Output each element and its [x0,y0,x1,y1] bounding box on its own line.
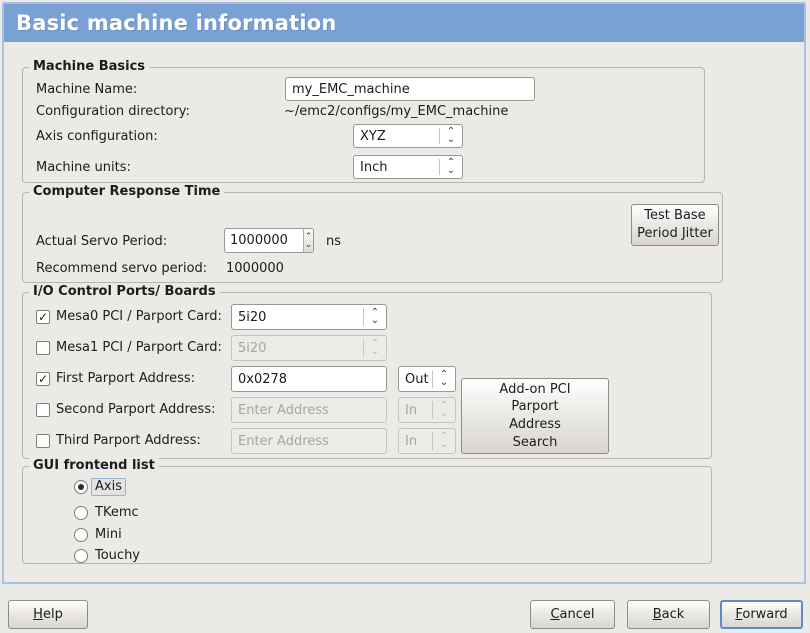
servo-period-unit: ns [326,234,341,249]
response-time-section: Computer Response Time Actual Servo Peri… [22,192,723,283]
io-ports-section: I/O Control Ports/ Boards ✓ Mesa0 PCI / … [22,292,712,459]
radio-axis-label[interactable]: Axis [91,478,126,496]
second-parport-direction-value: In [399,398,432,422]
mesa1-card-combo: 5i20 ⌃⌄ [231,335,387,361]
config-dir-value: ~/emc2/configs/my_EMC_machine [284,104,508,119]
servo-period-input[interactable] [225,229,303,252]
gui-frontend-section: GUI frontend list Axis TKemc Mini Touchy [22,466,712,564]
mesa0-card-value: 5i20 [232,305,363,329]
machine-units-value: Inch [354,156,439,178]
combo-arrows-icon: ⌃⌄ [433,429,455,453]
radio-dot-icon [78,484,84,490]
forward-button[interactable]: Forward [720,600,803,629]
second-parport-checkbox[interactable] [36,403,50,417]
mesa0-checkbox[interactable]: ✓ [36,310,50,324]
combo-arrows-icon: ⌃⌄ [364,336,386,360]
first-parport-checkbox[interactable]: ✓ [36,372,50,386]
io-ports-legend: I/O Control Ports/ Boards [29,284,220,299]
radio-axis[interactable] [74,480,88,494]
radio-touchy-label[interactable]: Touchy [91,547,144,565]
combo-arrows-icon: ⌃⌄ [433,398,455,422]
third-parport-checkbox[interactable] [36,434,50,448]
checkmark-icon: ✓ [38,311,48,323]
servo-period-spinner[interactable]: ⌃⌄ [224,228,314,253]
radio-tkemc-label[interactable]: TKemc [91,504,143,522]
machine-units-combo[interactable]: Inch ⌃⌄ [353,155,463,179]
first-parport-direction-combo[interactable]: Out ⌃⌄ [398,366,456,392]
machine-basics-legend: Machine Basics [29,59,149,74]
radio-mini[interactable] [74,528,88,542]
third-parport-label: Third Parport Address: [56,433,201,448]
combo-arrows-icon: ⌃⌄ [433,367,455,391]
machine-basics-section: Machine Basics Machine Name: Configurati… [22,67,705,183]
mesa0-label: Mesa0 PCI / Parport Card: [56,309,222,324]
first-parport-label: First Parport Address: [56,371,195,386]
axis-config-combo[interactable]: XYZ ⌃⌄ [353,124,463,148]
machine-name-input[interactable] [285,77,535,101]
second-parport-label: Second Parport Address: [56,402,215,417]
test-base-period-jitter-button[interactable]: Test BasePeriod Jitter [631,204,719,246]
radio-touchy[interactable] [74,549,88,563]
axis-config-value: XYZ [354,125,439,147]
machine-name-label: Machine Name: [36,82,137,97]
combo-arrows-icon: ⌃⌄ [440,156,462,178]
page-title: Basic machine information [16,4,337,42]
spinner-arrows-icon[interactable]: ⌃⌄ [303,229,313,252]
mesa0-card-combo[interactable]: 5i20 ⌃⌄ [231,304,387,330]
back-button[interactable]: Back [627,600,710,629]
radio-mini-label[interactable]: Mini [91,526,126,544]
axis-config-label: Axis configuration: [36,129,158,144]
config-dir-label: Configuration directory: [36,104,190,119]
third-parport-direction-value: In [399,429,432,453]
machine-units-label: Machine units: [36,160,131,175]
help-button[interactable]: Help [8,600,88,629]
first-parport-address-input[interactable] [231,366,387,392]
servo-period-label: Actual Servo Period: [36,234,167,249]
mesa1-card-value: 5i20 [232,336,363,360]
third-parport-direction-combo: In ⌃⌄ [398,428,456,454]
first-parport-direction-value: Out [399,367,432,391]
wizard-header: Basic machine information [4,4,804,42]
mesa1-label: Mesa1 PCI / Parport Card: [56,340,222,355]
mesa1-checkbox[interactable] [36,341,50,355]
recommend-period-label: Recommend servo period: [36,261,207,276]
second-parport-direction-combo: In ⌃⌄ [398,397,456,423]
radio-tkemc[interactable] [74,506,88,520]
response-time-legend: Computer Response Time [29,184,224,199]
addon-pci-parport-search-button[interactable]: Add-on PCI Parport Address Search [461,378,609,454]
second-parport-address-input [231,397,387,423]
combo-arrows-icon: ⌃⌄ [364,305,386,329]
gui-frontend-legend: GUI frontend list [29,458,159,473]
cancel-button[interactable]: Cancel [530,600,615,629]
third-parport-address-input [231,428,387,454]
checkmark-icon: ✓ [38,373,48,385]
combo-arrows-icon: ⌃⌄ [440,125,462,147]
recommend-period-value: 1000000 [226,261,284,276]
